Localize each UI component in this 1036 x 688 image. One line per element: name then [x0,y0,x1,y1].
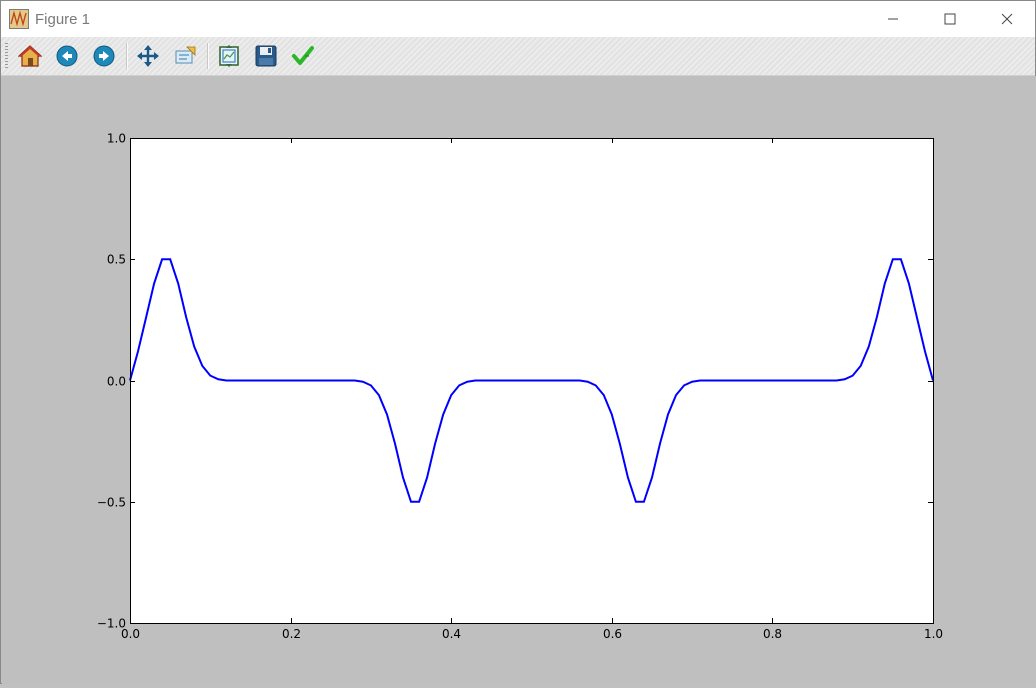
zoom-icon [175,46,196,64]
window-controls [864,1,1035,37]
home-icon [18,45,42,67]
y-tick-label: −1.0 [97,617,126,631]
y-tick-label: 0.0 [107,375,126,389]
toolbar-separator [207,43,209,69]
maximize-button[interactable] [921,1,978,37]
x-tick-label: 0.8 [763,627,782,641]
maximize-icon [944,13,955,25]
save-icon [255,45,277,67]
y-tick-label: 0.5 [107,253,126,267]
x-tick-label: 0.4 [442,627,461,641]
title-bar[interactable]: Figure 1 [1,1,1035,37]
x-tick-label: 0.6 [603,627,622,641]
x-tick-label: 1.0 [924,627,943,641]
figure-canvas[interactable]: 0.0 0.2 0.4 0.6 0.8 1.0 −1.0 −0.5 0.0 0.5 1.0 [2,76,1036,684]
forward-icon [93,45,115,67]
checkmark-icon [292,46,314,65]
toolbar-grip[interactable] [5,43,8,69]
minimize-button[interactable] [864,1,921,37]
toolbar-separator [126,43,128,69]
back-button[interactable] [53,42,81,70]
navigation-toolbar [1,37,1035,76]
plot-svg: 0.0 0.2 0.4 0.6 0.8 1.0−1.0−0.50.00.51.0 [97,132,943,642]
window-title: Figure 1 [35,10,91,28]
subplots-icon [219,45,239,67]
forward-button[interactable] [90,42,118,70]
close-button[interactable] [978,1,1035,37]
matplotlib-app-icon [9,9,29,29]
edit-parameters-button[interactable] [289,42,317,70]
close-icon [1001,13,1012,25]
subplots-button[interactable] [215,42,243,70]
zoom-button[interactable] [171,42,199,70]
pan-icon [137,45,159,67]
back-icon [56,45,78,67]
y-tick-label: −0.5 [97,496,126,510]
y-tick-label: 1.0 [107,132,126,146]
pan-button[interactable] [134,42,162,70]
home-button[interactable] [16,42,44,70]
save-button[interactable] [252,42,280,70]
figure-window: Figure 1 0.0 0.2 0.4 0.6 0.8 1.0 −1.0 −0… [0,0,1036,684]
x-tick-label: 0.2 [282,627,301,641]
minimize-icon [887,18,898,20]
